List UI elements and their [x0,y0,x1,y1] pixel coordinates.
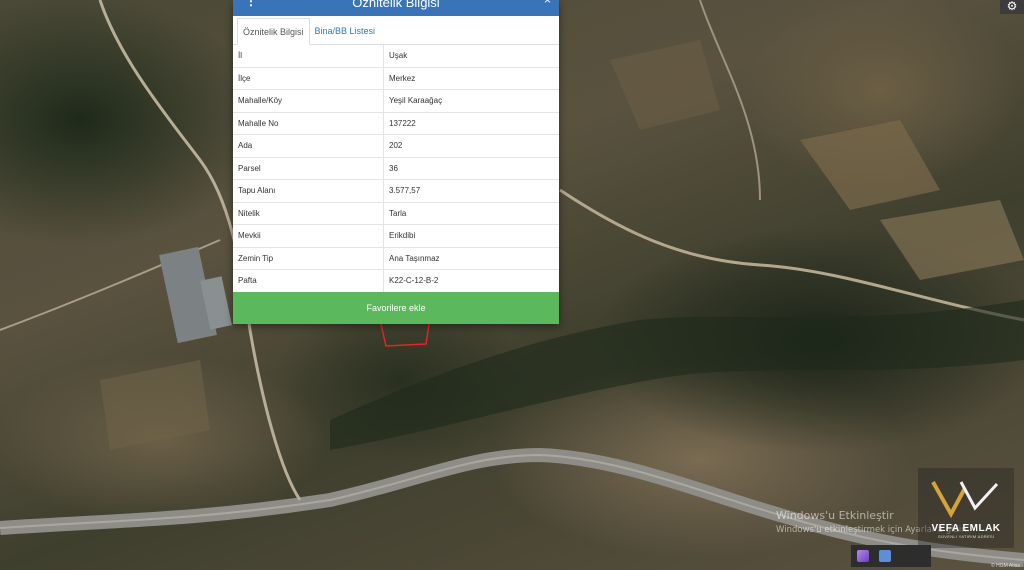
tab-building-list[interactable]: Bina/BB Listesi [310,18,381,44]
attribute-value: Tarla [383,202,559,225]
table-row: Mahalle/Köy Yeşil Karaağaç [233,89,559,113]
attribute-key: Mevkii [233,224,384,248]
attribute-key: İlçe [233,67,384,90]
panel-header: ⋮ Öznitelik Bilgisi × [233,0,559,16]
close-icon[interactable]: × [544,0,551,6]
table-row: Nitelik Tarla [233,202,559,225]
attribute-value: Uşak [383,45,559,68]
table-row: Pafta K22-C-12-B-2 [233,269,559,293]
attribute-value: 3.577,57 [383,179,559,203]
vertical-ellipsis-icon[interactable]: ⋮ [245,0,257,7]
attribute-key: Pafta [233,269,384,293]
attribute-value: Merkez [383,67,559,90]
attribute-key: Mahalle/Köy [233,89,384,113]
attribute-value: K22-C-12-B-2 [383,269,559,293]
add-to-favorites-button[interactable]: Favorilere ekle [233,292,559,324]
table-row: Parsel 36 [233,157,559,180]
attribute-key: İl [233,45,384,68]
table-row: Mevkii Erikdibi [233,224,559,248]
table-row: Zemin Tip Ana Taşınmaz [233,247,559,270]
attribute-key: Tapu Alanı [233,179,384,203]
settings-button[interactable]: ⚙ [1000,0,1024,14]
attribute-table: İl Uşak İlçe Merkez Mahalle/Köy Yeşil Karaağa… [233,45,559,293]
table-row: Mahalle No 137222 [233,112,559,135]
brand-name: VEFA EMLAK [931,523,1001,534]
gear-icon: ⚙ [1006,0,1018,13]
attribute-key: Mahalle No [233,112,384,135]
brand-logo: VEFA EMLAK GÜVENLİ YATIRIM ADRESİ [918,468,1014,548]
taskbar-tray [851,545,931,567]
attribute-key: Parsel [233,157,384,180]
table-row: Ada 202 [233,134,559,158]
attribute-value: Erikdibi [383,224,559,248]
attribute-value: 137222 [383,112,559,135]
table-row: Tapu Alanı 3.577,57 [233,179,559,203]
table-row: İlçe Merkez [233,67,559,90]
attribute-key: Nitelik [233,202,384,225]
attribute-key: Zemin Tip [233,247,384,270]
panel-title: Öznitelik Bilgisi [352,0,440,10]
attribute-value: Yeşil Karaağaç [383,89,559,113]
logo-mark-icon [931,481,999,518]
attribute-value: 202 [383,134,559,158]
tab-attribute-info[interactable]: Öznitelik Bilgisi [237,18,310,45]
attribute-info-panel: ⋮ Öznitelik Bilgisi × Öznitelik Bilgisi … [233,0,559,324]
app-icon[interactable] [879,550,891,562]
panel-tabs: Öznitelik Bilgisi Bina/BB Listesi [233,16,559,45]
attribute-value: 36 [383,157,559,180]
attribute-key: Ada [233,134,384,158]
attribute-value: Ana Taşınmaz [383,247,559,270]
table-row: İl Uşak [233,45,559,68]
brand-tagline: GÜVENLİ YATIRIM ADRESİ [937,534,995,539]
feather-icon[interactable] [857,550,869,562]
map-attribution: © HGM Atlas [991,563,1020,569]
